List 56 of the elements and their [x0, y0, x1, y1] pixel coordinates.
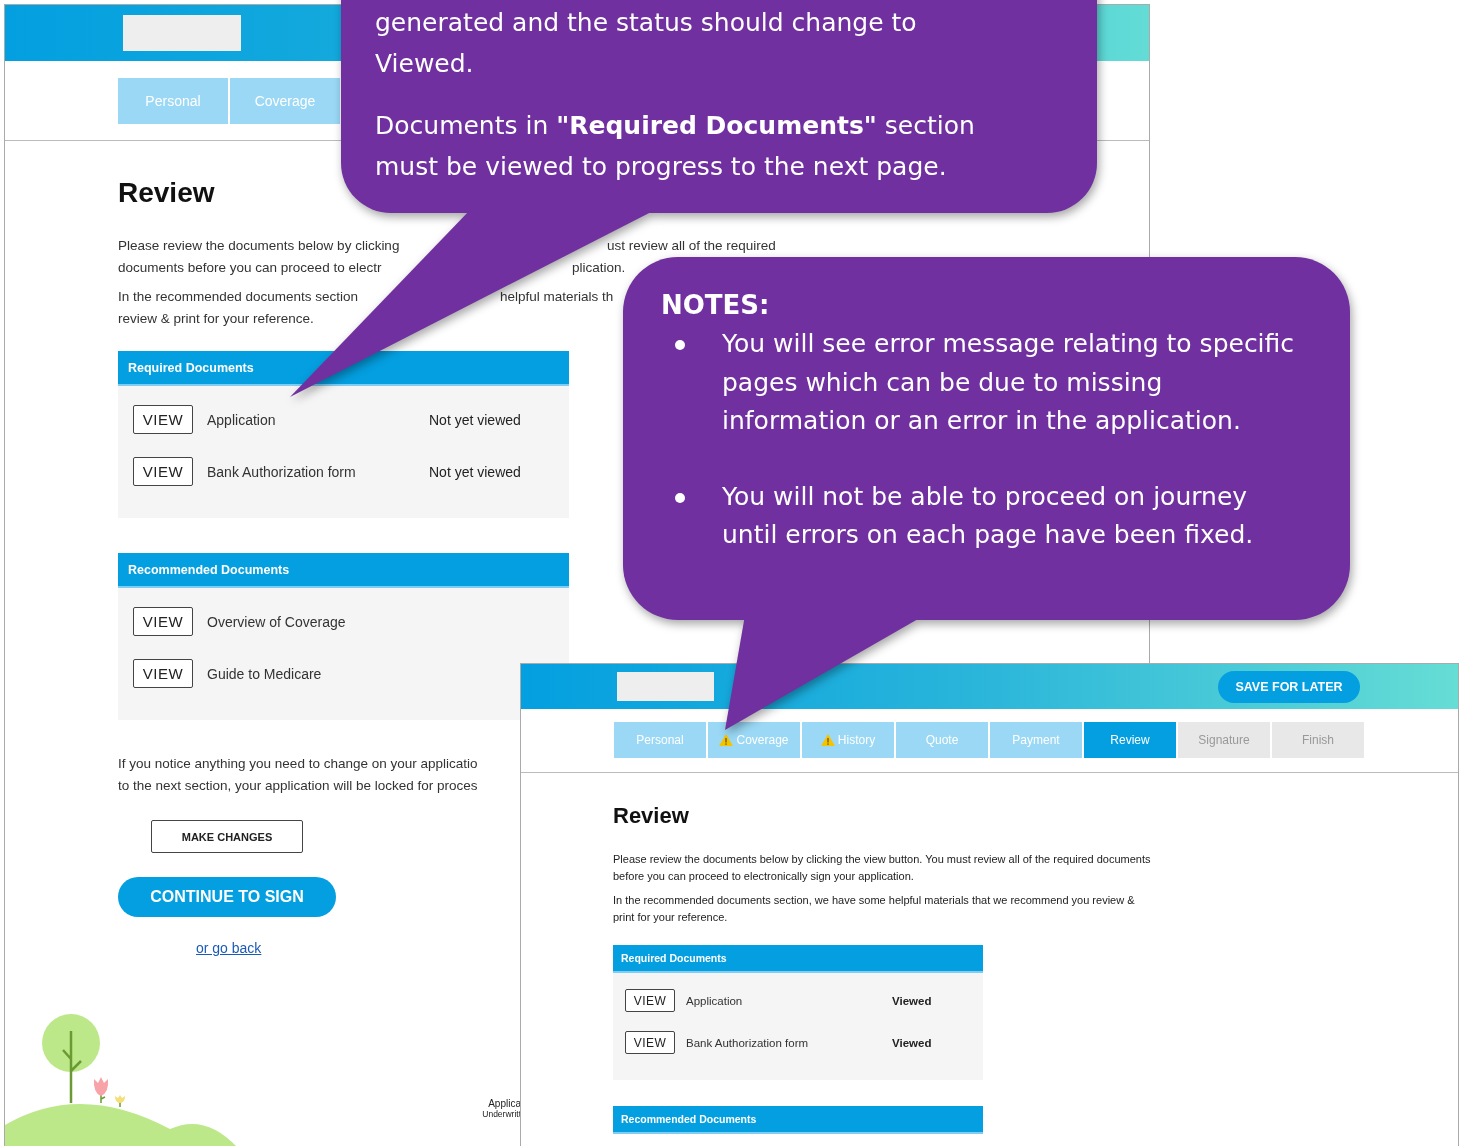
- note-text: You will see error message relating to specific pages which can be due to missing information or an error in the application.: [722, 328, 1296, 437]
- note-text: You will not be able to proceed on journey until errors on each page have been fixed.: [722, 480, 1255, 551]
- bullet-icon: [675, 492, 685, 503]
- section-header: Required Documents: [613, 945, 983, 973]
- callout-text: generated and the status should change to Viewed.: [375, 7, 918, 80]
- notes-title: NOTES:: [661, 289, 771, 322]
- document-name: Bank Authorization form: [686, 1036, 810, 1049]
- intro-text: In the recommended documents section: [118, 288, 359, 306]
- warning-icon: [820, 734, 835, 746]
- section-header: Required Documents: [118, 351, 569, 386]
- step-tab[interactable]: History: [802, 722, 894, 758]
- view-button[interactable]: VIEW: [133, 405, 193, 434]
- change-note-text: to the next section, your application will be locked for proces: [118, 777, 479, 795]
- intro-text: ust review all of the required: [607, 237, 776, 255]
- view-button[interactable]: VIEW: [133, 659, 193, 688]
- go-back-link[interactable]: or go back: [196, 940, 262, 956]
- step-tab[interactable]: Coverage: [708, 722, 800, 758]
- document-name: Application: [686, 994, 744, 1007]
- document-status: Viewed: [892, 994, 933, 1007]
- save-for-later-button[interactable]: SAVE FOR LATER: [1218, 670, 1360, 703]
- view-button[interactable]: VIEW: [133, 457, 193, 486]
- step-tab[interactable]: Coverage: [230, 78, 340, 124]
- step-tab[interactable]: Personal: [118, 78, 228, 124]
- intro-text: plication.: [572, 259, 626, 277]
- make-changes-button[interactable]: MAKE CHANGES: [151, 820, 303, 853]
- document-name: Overview of Coverage: [207, 613, 347, 630]
- intro-paragraph: Please review the documents below by clicking the view button. You must review all of the required documents before you can proceed to electronically sign your application.: [613, 852, 1152, 884]
- intro-text: review & print for your reference.: [118, 310, 314, 328]
- change-note-text: If you notice anything you need to change on your applicatio: [118, 755, 479, 773]
- page-heading: Review: [613, 803, 690, 829]
- document-status: Viewed: [892, 1036, 933, 1049]
- footer-text: Applica: [488, 1098, 521, 1109]
- callout-text: Documents in "Required Documents" section must be viewed to progress to the next page.: [375, 110, 976, 183]
- warning-icon: [719, 734, 734, 746]
- intro-text: documents before you can proceed to electr: [118, 259, 382, 277]
- document-status: Not yet viewed: [429, 463, 522, 480]
- continue-to-sign-button[interactable]: CONTINUE TO SIGN: [118, 877, 336, 917]
- section-header: Recommended Documents: [613, 1106, 983, 1134]
- document-status: Not yet viewed: [429, 411, 522, 428]
- intro-text: Please review the documents below by clicking: [118, 237, 400, 255]
- page-heading: Review: [118, 177, 216, 209]
- document-name: Guide to Medicare: [207, 665, 323, 682]
- section-header: Recommended Documents: [118, 553, 569, 588]
- view-button[interactable]: VIEW: [625, 1031, 675, 1054]
- step-tab[interactable]: Quote: [896, 722, 988, 758]
- bullet-icon: [675, 340, 685, 350]
- intro-text: helpful materials th: [500, 288, 614, 306]
- step-tab[interactable]: Review: [1084, 722, 1176, 758]
- step-tab[interactable]: Payment: [990, 722, 1082, 758]
- view-button[interactable]: VIEW: [133, 607, 193, 636]
- footer-text: Underwritt: [481, 1109, 521, 1120]
- step-tab[interactable]: Personal: [614, 722, 706, 758]
- view-button[interactable]: VIEW: [625, 989, 675, 1012]
- document-name: Application: [207, 411, 277, 428]
- document-name: Bank Authorization form: [207, 463, 357, 480]
- intro-paragraph: In the recommended documents section, we have some helpful materials that we recommend you review & print for your reference.: [613, 893, 1136, 925]
